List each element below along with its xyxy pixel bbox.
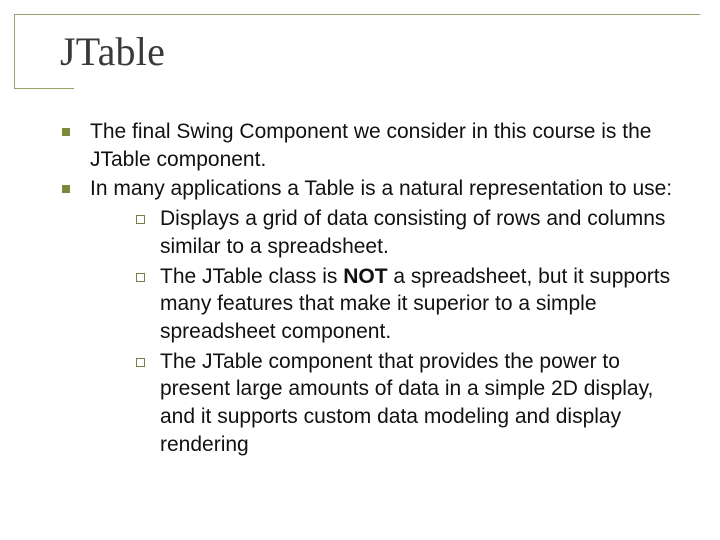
slide: JTable The final Swing Component we cons… — [0, 0, 720, 540]
sub-bullet-3-text: The JTable component that provides the p… — [160, 350, 653, 456]
not-bold: NOT — [343, 265, 387, 288]
sub-bullet-list: Displays a grid of data consisting of ro… — [90, 205, 690, 458]
sub-bullet-1: Displays a grid of data consisting of ro… — [130, 205, 690, 260]
bullet-2: In many applications a Table is a natura… — [56, 175, 690, 458]
slide-title: JTable — [60, 28, 165, 75]
title-rule-bottom — [14, 88, 74, 89]
bullet-2-text: In many applications a Table is a natura… — [90, 177, 672, 200]
bullet-list: The final Swing Component we consider in… — [56, 118, 690, 459]
bullet-1: The final Swing Component we consider in… — [56, 118, 690, 173]
bullet-1-text: The final Swing Component we consider in… — [90, 120, 651, 171]
sub-bullet-2: The JTable class is NOT a spreadsheet, b… — [130, 263, 690, 346]
sub-bullet-1-text: Displays a grid of data consisting of ro… — [160, 207, 665, 258]
sub-bullet-2-text-a: The JTable class is — [160, 265, 343, 288]
sub-bullet-3: The JTable component that provides the p… — [130, 348, 690, 459]
title-rule-top — [14, 14, 700, 15]
slide-content: The final Swing Component we consider in… — [56, 118, 690, 461]
title-rule-left — [14, 14, 15, 88]
